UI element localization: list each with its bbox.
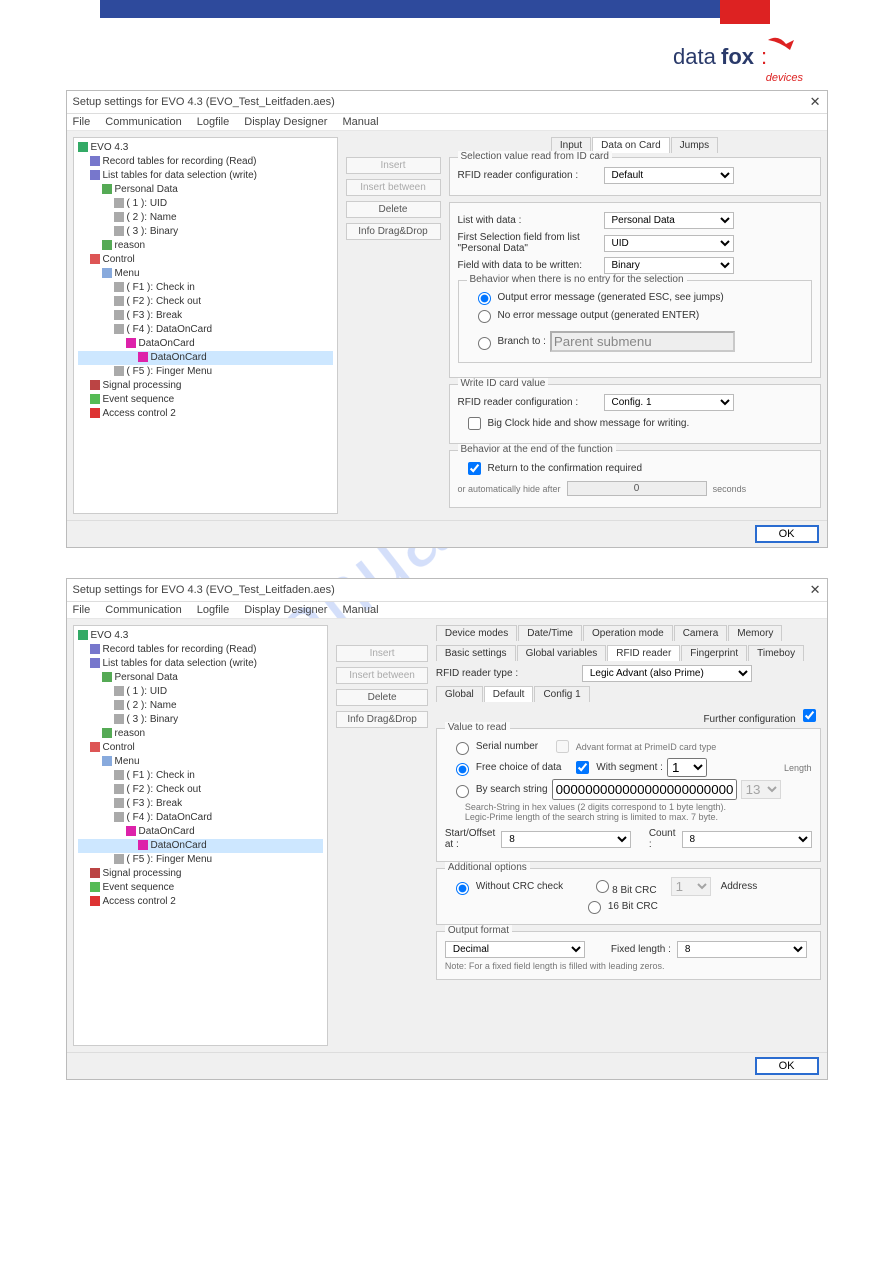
close-icon[interactable]: ✕: [810, 94, 821, 110]
group-selection-value: Selection value read from ID card RFID r…: [449, 157, 821, 196]
write-rfid-config-select[interactable]: Config. 1: [604, 394, 734, 411]
radio-branch[interactable]: [478, 337, 491, 350]
check-return-confirm[interactable]: [468, 462, 481, 475]
radio-no-error[interactable]: [478, 310, 491, 323]
radio-output-error[interactable]: [478, 292, 491, 305]
menu-bar: File Communication Logfile Display Desig…: [67, 114, 827, 131]
subtab-config1[interactable]: Config 1: [534, 686, 589, 702]
tree-panel: EVO 4.3 Record tables for recording (Rea…: [73, 137, 338, 514]
close-icon[interactable]: ✕: [810, 582, 821, 598]
menu-communication[interactable]: Communication: [105, 116, 181, 128]
rfid-config-select[interactable]: Default: [604, 167, 734, 184]
window-title: Setup settings for EVO 4.3 (EVO_Test_Lei…: [73, 96, 335, 108]
subtab-default[interactable]: Default: [484, 686, 534, 702]
subtab-global[interactable]: Global: [436, 686, 483, 702]
tab-jumps[interactable]: Jumps: [671, 137, 718, 153]
window-title: Setup settings for EVO 4.3 (EVO_Test_Lei…: [73, 584, 335, 596]
tab-rfid-reader[interactable]: RFID reader: [607, 645, 680, 661]
insert-between-button: Insert between: [346, 179, 441, 196]
search-string-input[interactable]: [552, 779, 737, 800]
info-dragdrop-button[interactable]: Info Drag&Drop: [346, 223, 441, 240]
svg-text::: :: [761, 44, 767, 69]
ok-button[interactable]: OK: [755, 525, 819, 543]
check-further-config[interactable]: [803, 709, 816, 722]
first-selection-field-select[interactable]: UID: [604, 235, 734, 252]
rfid-reader-type-select[interactable]: Legic Advant (also Prime): [582, 665, 752, 682]
branch-target: [550, 331, 735, 352]
menu-logfile[interactable]: Logfile: [197, 116, 229, 128]
header-red-bar: [720, 0, 770, 24]
radio-no-crc[interactable]: [456, 882, 469, 895]
svg-text:data: data: [673, 44, 717, 69]
fixed-length-select[interactable]: 8: [677, 941, 807, 958]
segment-select[interactable]: 1: [667, 758, 707, 777]
logo: data fox : devices: [673, 36, 803, 84]
check-with-segment[interactable]: [576, 761, 589, 774]
auto-hide-seconds: [567, 481, 707, 496]
radio-16crc[interactable]: [588, 901, 601, 914]
check-big-clock[interactable]: [468, 417, 481, 430]
start-offset-select[interactable]: 8: [501, 831, 631, 848]
window-2: Setup settings for EVO 4.3 (EVO_Test_Lei…: [66, 578, 828, 1080]
radio-search-string[interactable]: [456, 785, 469, 798]
output-format-select[interactable]: Decimal: [445, 941, 585, 958]
window-1: Setup settings for EVO 4.3 (EVO_Test_Lei…: [66, 90, 828, 548]
field-to-write-select[interactable]: Binary: [604, 257, 734, 274]
menu-display-designer[interactable]: Display Designer: [244, 116, 327, 128]
radio-8crc[interactable]: [596, 880, 609, 893]
count-select[interactable]: 8: [682, 831, 812, 848]
svg-text:fox: fox: [721, 44, 755, 69]
menu-file[interactable]: File: [73, 116, 91, 128]
menu-manual[interactable]: Manual: [342, 116, 378, 128]
radio-free-choice[interactable]: [456, 763, 469, 776]
tab-device-modes[interactable]: Device modes: [436, 625, 517, 641]
tree-item-selected[interactable]: DataOnCard: [78, 351, 333, 365]
header-blue-bar: [100, 0, 720, 18]
ok-button[interactable]: OK: [755, 1057, 819, 1075]
radio-serial[interactable]: [456, 742, 469, 755]
delete-button[interactable]: Delete: [346, 201, 441, 218]
list-with-data-select[interactable]: Personal Data: [604, 212, 734, 229]
insert-button: Insert: [346, 157, 441, 174]
